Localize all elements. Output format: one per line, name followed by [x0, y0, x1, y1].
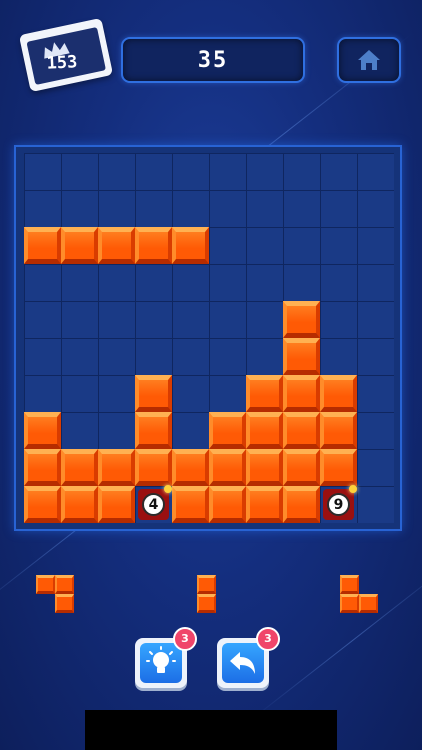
bomb-block: 4 [138, 485, 172, 520]
board-block [283, 449, 320, 486]
piece-block [55, 575, 74, 594]
board-block [61, 227, 98, 264]
board-block [209, 412, 246, 449]
board-grid[interactable]: 49 [24, 153, 394, 523]
board-block [98, 227, 135, 264]
board-block [283, 301, 320, 338]
board-block [246, 449, 283, 486]
board-block [172, 449, 209, 486]
board-block [24, 449, 61, 486]
board-block [61, 449, 98, 486]
piece-l-piece[interactable] [340, 575, 378, 613]
undo-arrow-icon [230, 652, 255, 674]
board-block [24, 227, 61, 264]
board-block [135, 449, 172, 486]
board-block [283, 412, 320, 449]
bomb-countdown: 4 [142, 493, 165, 516]
bomb-countdown: 9 [327, 493, 350, 516]
home-button[interactable] [337, 37, 401, 83]
board-block [98, 449, 135, 486]
board-block [209, 449, 246, 486]
board-block [283, 338, 320, 375]
undo-count-badge: 3 [256, 627, 280, 651]
board-block [172, 486, 209, 523]
piece-block [340, 575, 359, 594]
piece-block [197, 594, 216, 613]
board-block [283, 486, 320, 523]
board-block [135, 412, 172, 449]
piece-block [36, 575, 55, 594]
home-icon [358, 50, 380, 70]
board-block [246, 375, 283, 412]
piece-block [197, 575, 216, 594]
board-block [172, 227, 209, 264]
piece-block [340, 594, 359, 613]
piece-block [359, 594, 378, 613]
board-block [320, 375, 357, 412]
board-block [24, 412, 61, 449]
score-display: 35 [121, 37, 305, 83]
piece-vertical-domino[interactable] [197, 575, 235, 613]
hint-count-badge: 3 [173, 627, 197, 651]
board-block [283, 375, 320, 412]
board-block [320, 412, 357, 449]
fuse-spark-icon [349, 485, 357, 493]
board-block [135, 375, 172, 412]
board-block [24, 486, 61, 523]
board-block [320, 449, 357, 486]
ad-banner [85, 710, 337, 750]
board-block [209, 486, 246, 523]
piece-z-piece[interactable] [36, 575, 74, 613]
best-score: 153 [46, 52, 78, 74]
board-block [246, 486, 283, 523]
lightbulb-icon [146, 646, 176, 673]
board-block [98, 486, 135, 523]
piece-block [55, 594, 74, 613]
fuse-spark-icon [164, 485, 172, 493]
board-block [135, 227, 172, 264]
current-score: 35 [197, 47, 229, 73]
board-block [61, 486, 98, 523]
board-block [246, 412, 283, 449]
bomb-block: 9 [323, 485, 357, 520]
